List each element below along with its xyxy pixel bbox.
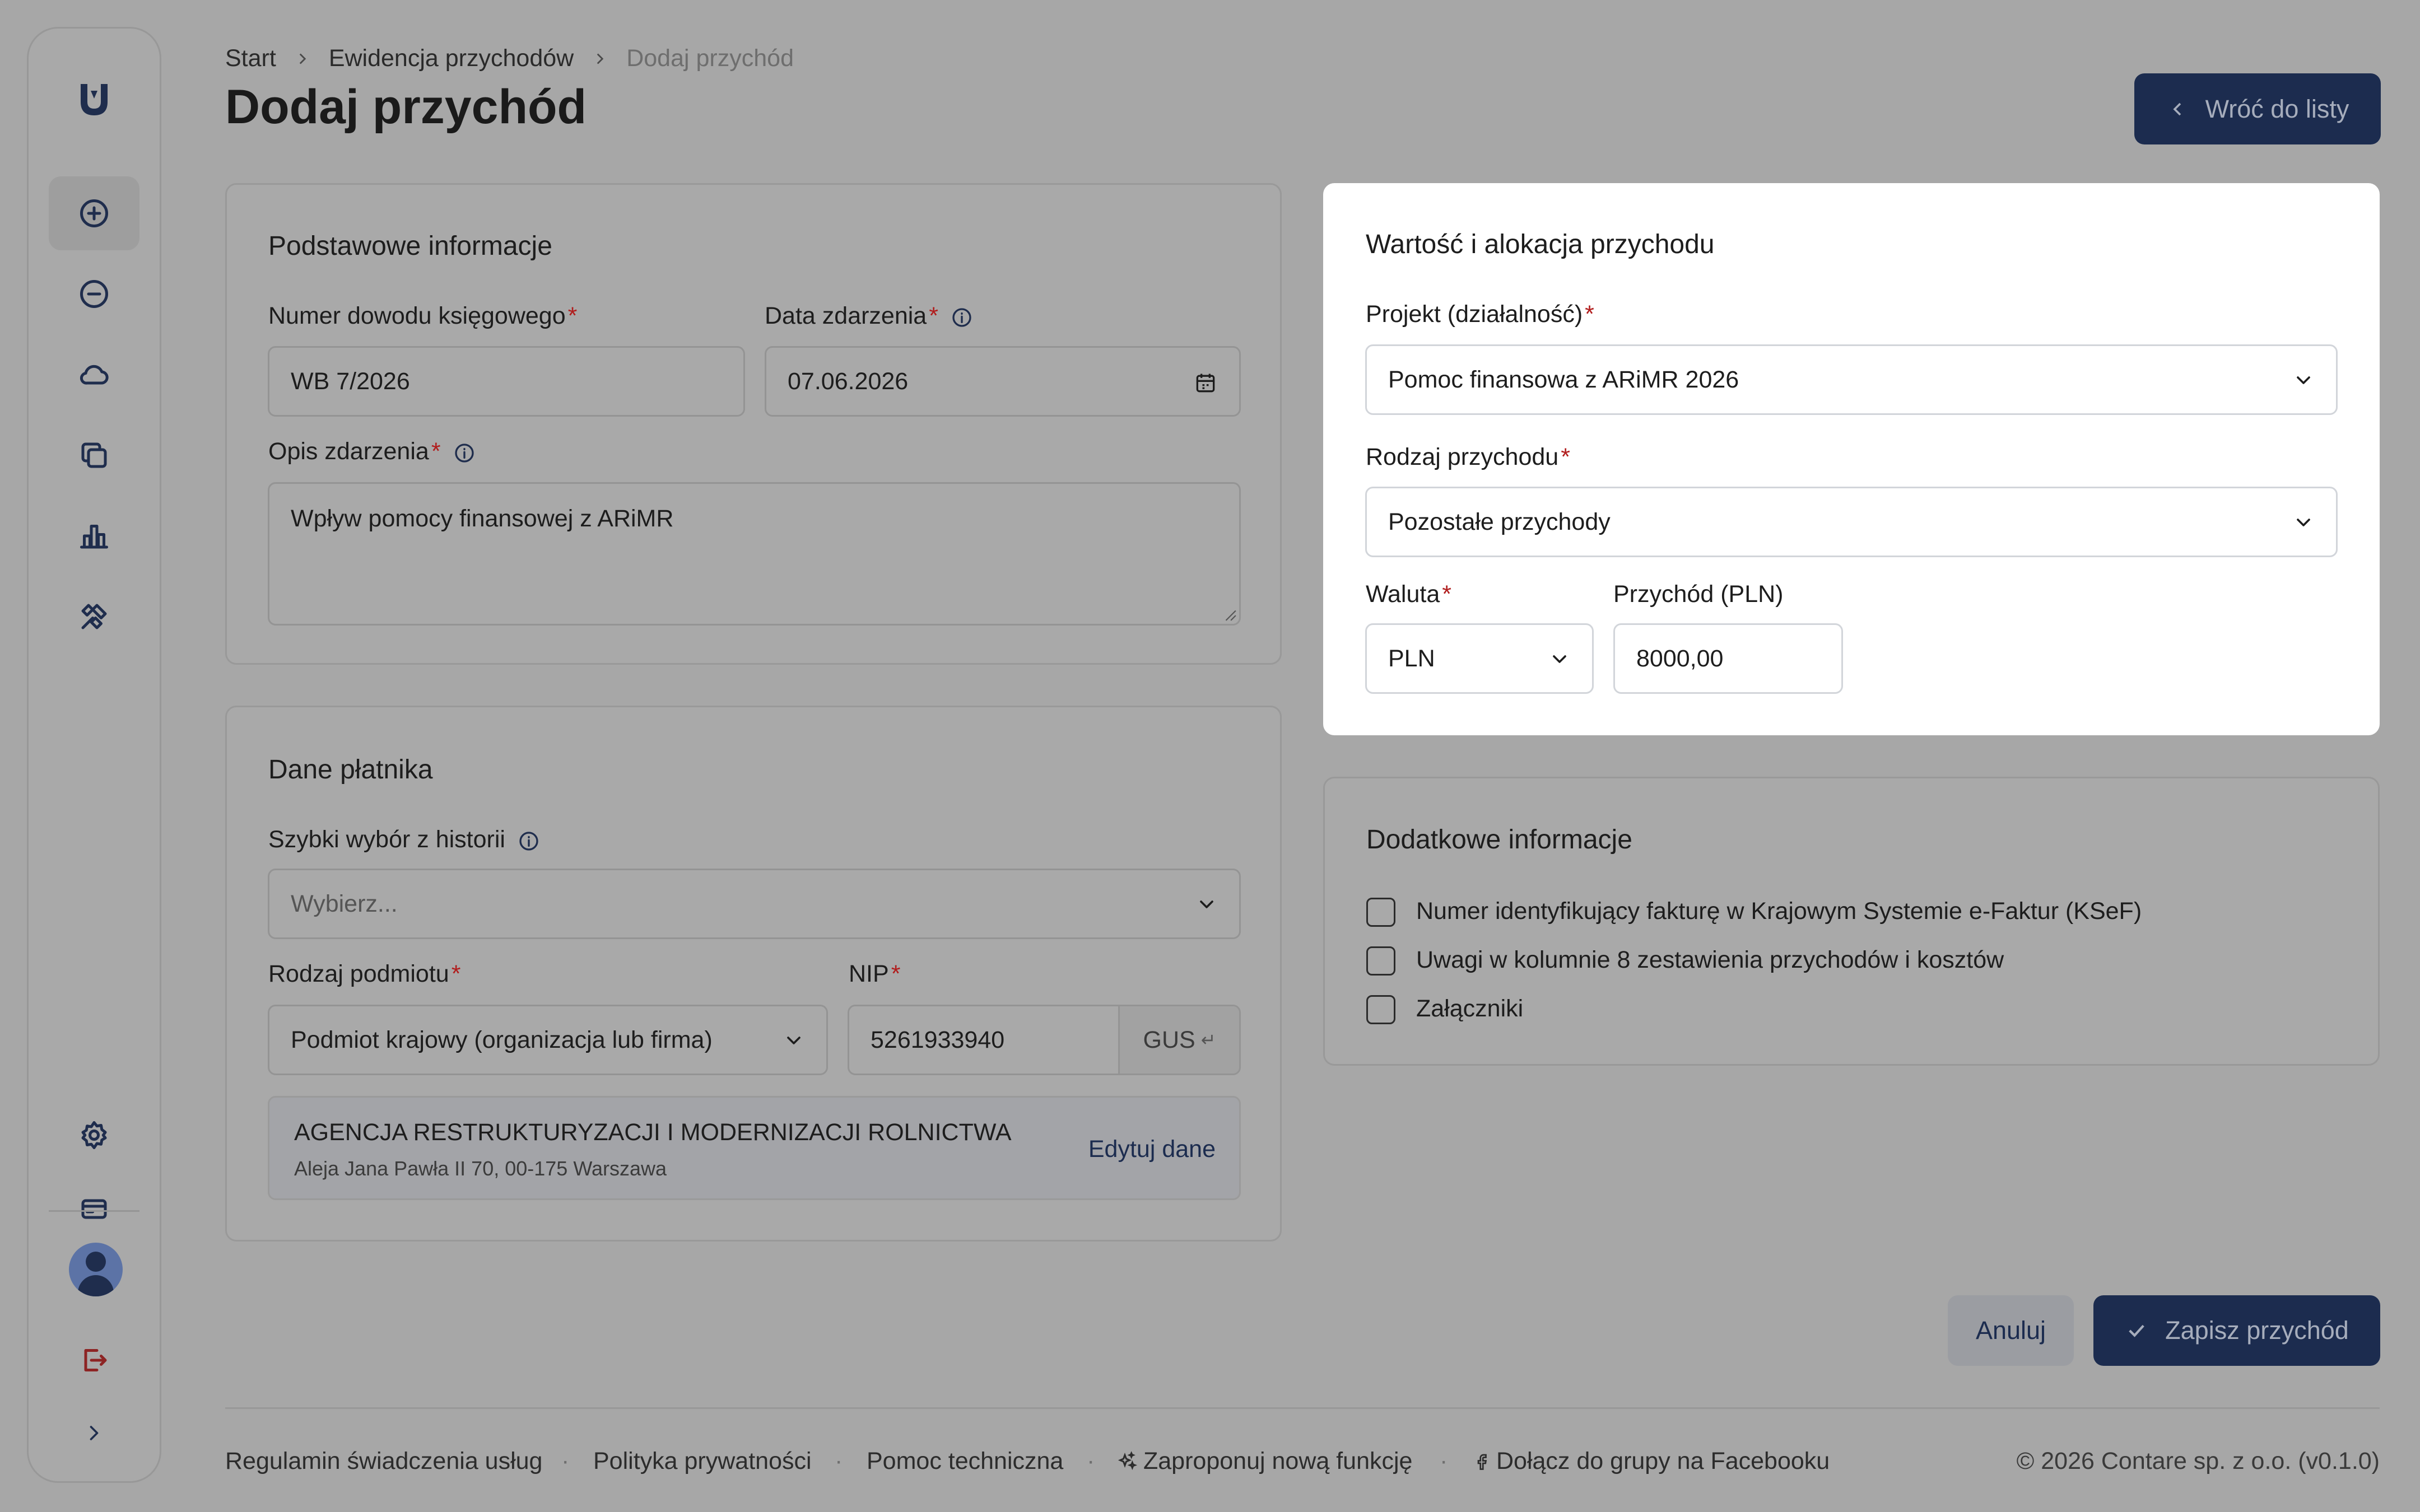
- sidebar-add-income-icon[interactable]: [49, 176, 139, 250]
- footer-suggest-feature-link[interactable]: Zaproponuj nową funkcję: [1116, 1448, 1412, 1475]
- sidebar-cloud-icon[interactable]: [49, 338, 139, 412]
- app-logo[interactable]: [77, 80, 111, 119]
- breadcrumb-separator-icon: [299, 53, 306, 64]
- page-title: Dodaj przychód: [225, 80, 587, 134]
- footer-divider: [225, 1407, 2380, 1409]
- footer-privacy-link[interactable]: Polityka prywatności: [593, 1448, 812, 1475]
- nip-label: NIP*: [849, 960, 901, 987]
- chevron-down-icon: [1200, 900, 1213, 908]
- income-type-select[interactable]: Pozostałe przychody: [1365, 487, 2338, 557]
- additional-info-card: Dodatkowe informacje Numer identyfikując…: [1323, 777, 2380, 1066]
- entity-type-label: Rodzaj podmiotu*: [268, 960, 461, 987]
- history-select[interactable]: Wybierz...: [268, 869, 1241, 939]
- date-label: Data zdarzenia*: [765, 302, 973, 330]
- doc-number-label: Numer dowodu księgowego*: [268, 302, 578, 329]
- sidebar-reports-icon[interactable]: [49, 499, 139, 573]
- billing-card-icon[interactable]: [49, 1172, 139, 1246]
- sidebar-documents-icon[interactable]: [49, 418, 139, 492]
- check-icon: [2129, 1324, 2144, 1337]
- column8-notes-label[interactable]: Uwagi w kolumnie 8 zestawienia przychodó…: [1416, 946, 2004, 974]
- save-income-button[interactable]: Zapisz przychód: [2093, 1295, 2380, 1366]
- chevron-down-icon: [2297, 519, 2310, 526]
- chevron-down-icon: [2297, 376, 2310, 384]
- amount-label: Przychód (PLN): [1613, 581, 1784, 608]
- facebook-icon: [1477, 1454, 1487, 1470]
- entity-type-select[interactable]: Podmiot krajowy (organizacja lub firma): [268, 1005, 828, 1075]
- breadcrumb-income-register[interactable]: Ewidencja przychodów: [329, 45, 574, 72]
- description-textarea[interactable]: Wpływ pomocy finansowej z ARiMR: [268, 482, 1241, 626]
- sidebar: [27, 27, 161, 1483]
- value-title: Wartość i alokacja przychodu: [1366, 230, 1715, 259]
- chevron-down-icon: [1553, 655, 1566, 663]
- company-address: Aleja Jana Pawła II 70, 00-175 Warszawa: [294, 1157, 667, 1180]
- edit-payer-link[interactable]: Edytuj dane: [1088, 1136, 1216, 1163]
- currency-select[interactable]: PLN: [1365, 623, 1594, 694]
- footer-terms-link[interactable]: Regulamin świadczenia usług: [225, 1448, 542, 1475]
- basic-info-title: Podstawowe informacje: [268, 231, 552, 261]
- footer-support-link[interactable]: Pomoc techniczna: [867, 1448, 1063, 1475]
- payer-title: Dane płatnika: [268, 755, 433, 785]
- payer-details-box: AGENCJA RESTRUKTURYZACJI I MODERNIZACJI …: [268, 1096, 1241, 1200]
- amount-input[interactable]: 8000,00: [1613, 623, 1843, 694]
- chevron-left-icon: [2173, 102, 2181, 115]
- sidebar-add-expense-icon[interactable]: [49, 257, 139, 331]
- column8-notes-checkbox[interactable]: [1366, 946, 1395, 976]
- nip-input[interactable]: 5261933940 GUS ↵: [848, 1005, 1241, 1075]
- project-select[interactable]: Pomoc finansowa z ARiMR 2026: [1365, 344, 2338, 415]
- info-icon[interactable]: [453, 442, 476, 464]
- breadcrumb-start[interactable]: Start: [225, 45, 276, 72]
- additional-info-title: Dodatkowe informacje: [1366, 825, 1632, 855]
- date-input[interactable]: 07.06.2026: [765, 346, 1241, 417]
- breadcrumb-separator-icon: [597, 53, 604, 64]
- chevron-down-icon: [787, 1037, 801, 1044]
- logout-icon[interactable]: [49, 1323, 139, 1397]
- expand-sidebar-chevron-right-icon[interactable]: [49, 1396, 139, 1470]
- footer-facebook-link[interactable]: Dołącz do grupy na Facebooku: [1472, 1448, 1830, 1475]
- ksef-checkbox[interactable]: [1366, 898, 1395, 927]
- attachments-checkbox[interactable]: [1366, 995, 1395, 1024]
- cancel-button[interactable]: Anuluj: [1948, 1295, 2074, 1366]
- history-label: Szybki wybór z historii: [268, 826, 540, 853]
- project-label: Projekt (działalność)*: [1366, 301, 1594, 328]
- enter-key-icon: ↵: [1200, 1030, 1216, 1050]
- info-icon[interactable]: [951, 306, 973, 329]
- currency-label: Waluta*: [1366, 581, 1451, 608]
- calendar-icon[interactable]: [1193, 371, 1218, 395]
- attachments-label[interactable]: Załączniki: [1416, 995, 1523, 1023]
- breadcrumb-current: Dodaj przychód: [626, 45, 794, 72]
- ksef-option-label[interactable]: Numer identyfikujący fakturę w Krajowym …: [1416, 898, 2142, 925]
- avatar[interactable]: [69, 1243, 123, 1296]
- basic-info-card: Podstawowe informacje Numer dowodu księg…: [225, 183, 1282, 665]
- doc-number-input[interactable]: WB 7/2026: [268, 346, 745, 417]
- payer-card: Dane płatnika Szybki wybór z historii Wy…: [225, 706, 1282, 1242]
- sparkle-icon: [1118, 1450, 1138, 1470]
- resize-handle-icon[interactable]: [1222, 607, 1237, 622]
- breadcrumb: Start Ewidencja przychodów Dodaj przychó…: [225, 45, 794, 72]
- company-name: AGENCJA RESTRUKTURYZACJI I MODERNIZACJI …: [294, 1119, 1012, 1146]
- sidebar-tools-icon[interactable]: [49, 580, 139, 654]
- income-type-label: Rodzaj przychodu*: [1366, 444, 1570, 470]
- back-to-list-button[interactable]: Wróć do listy: [2134, 73, 2381, 144]
- description-label: Opis zdarzenia*: [268, 438, 476, 465]
- footer-copyright: © 2026 Contare sp. z o.o. (v0.1.0): [2016, 1448, 2380, 1474]
- info-icon[interactable]: [518, 830, 540, 852]
- gus-lookup-button[interactable]: GUS ↵: [1118, 1006, 1239, 1074]
- value-allocation-card: Wartość i alokacja przychodu Projekt (dz…: [1323, 183, 2380, 735]
- settings-icon[interactable]: [49, 1098, 139, 1172]
